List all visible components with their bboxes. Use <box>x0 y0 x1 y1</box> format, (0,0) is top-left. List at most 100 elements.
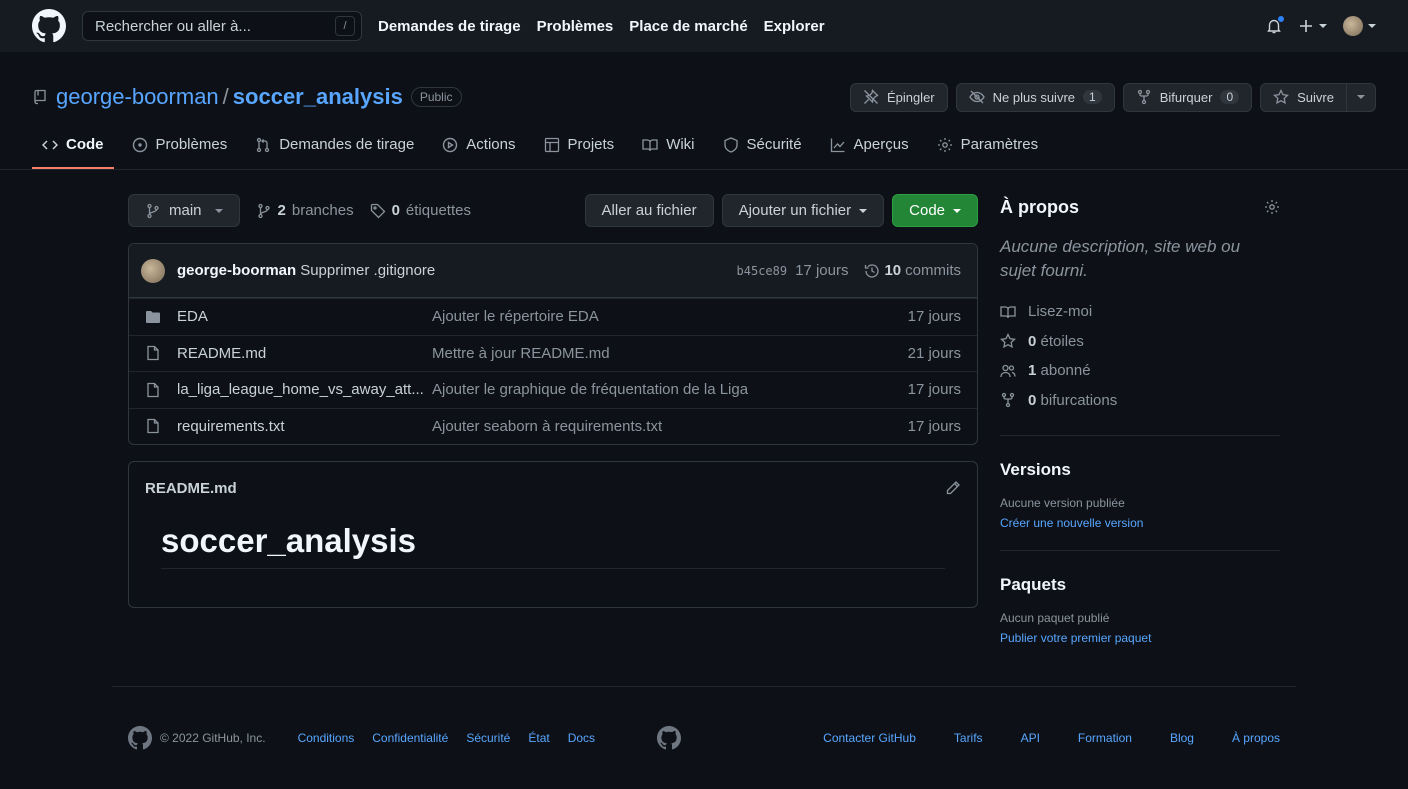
branch-select[interactable]: main <box>128 194 240 227</box>
avatar[interactable] <box>141 258 165 283</box>
publish-package-link[interactable]: Publier votre premier paquet <box>1000 631 1280 645</box>
commits-link[interactable]: 10 commits <box>864 262 961 279</box>
footer-link-security[interactable]: Sécurité <box>466 731 510 745</box>
github-logo-icon[interactable] <box>32 9 66 43</box>
table-icon <box>544 137 559 152</box>
branches-count: 2 <box>277 202 286 219</box>
commit-author[interactable]: george-boorman <box>177 262 296 279</box>
tags-label: étiquettes <box>405 202 471 219</box>
forks-link[interactable]: 0 bifurcations <box>1000 386 1280 416</box>
tab-insights[interactable]: Aperçus <box>820 122 919 169</box>
file-commit-message[interactable]: Mettre à jour README.md <box>432 345 908 362</box>
chevron-down-icon <box>214 208 223 213</box>
footer-inner: © 2022 GitHub, Inc. Conditions Confident… <box>112 687 1296 789</box>
star-button[interactable]: Suivre <box>1260 82 1347 112</box>
file-row[interactable]: README.md Mettre à jour README.md 21 jou… <box>129 334 977 372</box>
tab-security-label: Sécurité <box>746 136 802 153</box>
gear-icon[interactable] <box>1264 199 1280 215</box>
footer-link-contact[interactable]: Contacter GitHub <box>823 731 916 745</box>
tab-settings[interactable]: Paramètres <box>927 122 1049 169</box>
file-name[interactable]: la_liga_league_home_vs_away_att... <box>177 381 432 398</box>
tab-pull-requests-label: Demandes de tirage <box>279 136 415 153</box>
file-age: 21 jours <box>907 344 961 362</box>
plus-icon <box>1300 20 1312 32</box>
search-input[interactable]: Rechercher ou aller à... / <box>82 11 362 41</box>
file-name[interactable]: README.md <box>177 345 432 362</box>
releases-title[interactable]: Versions <box>1000 460 1280 480</box>
footer-link-pricing[interactable]: Tarifs <box>954 731 983 745</box>
nav-issues[interactable]: Problèmes <box>537 18 614 35</box>
footer-link-training[interactable]: Formation <box>1078 731 1132 745</box>
file-commit-message[interactable]: Ajouter le répertoire EDA <box>432 308 908 325</box>
footer-link-terms[interactable]: Conditions <box>298 731 355 745</box>
file-commit-message[interactable]: Ajouter le graphique de fréquentation de… <box>432 381 908 398</box>
pin-off-icon <box>863 89 879 104</box>
code-button[interactable]: Code <box>892 194 978 227</box>
tab-issues[interactable]: Problèmes <box>122 122 238 169</box>
readme-filename[interactable]: README.md <box>145 480 237 497</box>
nav-marketplace[interactable]: Place de marché <box>629 18 747 35</box>
add-file-label: Ajouter un fichier <box>738 202 852 219</box>
file-row[interactable]: requirements.txt Ajouter seaborn à requi… <box>129 407 977 445</box>
tab-wiki[interactable]: Wiki <box>632 122 704 169</box>
go-to-file-button[interactable]: Aller au fichier <box>584 194 714 227</box>
user-menu-button[interactable] <box>1343 16 1376 36</box>
create-new-button[interactable] <box>1298 18 1327 34</box>
commit-message[interactable]: Supprimer .gitignore <box>300 262 435 279</box>
file-row[interactable]: EDA Ajouter le répertoire EDA 17 jours <box>129 298 977 335</box>
tab-actions[interactable]: Actions <box>432 122 525 169</box>
sidebar: À propos Aucune description, site web ou… <box>1000 194 1280 645</box>
stars-label: étoiles <box>1040 332 1084 350</box>
branches-link[interactable]: 2 branches <box>256 202 354 219</box>
nav-pull-requests[interactable]: Demandes de tirage <box>378 18 521 35</box>
file-navigation: main 2 branches 0 étiquettes Aller au fi… <box>128 194 978 227</box>
file-name[interactable]: requirements.txt <box>177 418 432 435</box>
nav-explore[interactable]: Explorer <box>764 18 825 35</box>
github-logo-icon[interactable] <box>128 726 152 750</box>
unwatch-button[interactable]: Ne plus suivre 1 <box>955 82 1115 112</box>
chevron-down-icon <box>1357 95 1365 99</box>
readme-link[interactable]: Lisez-moi <box>1000 297 1280 327</box>
add-file-button[interactable]: Ajouter un fichier <box>721 194 885 227</box>
footer-link-docs[interactable]: Docs <box>568 731 595 745</box>
tab-pull-requests[interactable]: Demandes de tirage <box>245 122 424 169</box>
file-commit-message[interactable]: Ajouter seaborn à requirements.txt <box>432 418 908 435</box>
packages-title[interactable]: Paquets <box>1000 575 1280 595</box>
tab-security[interactable]: Sécurité <box>713 122 812 169</box>
footer-link-blog[interactable]: Blog <box>1170 731 1194 745</box>
watchers-count: 1 <box>1028 362 1037 380</box>
footer-copyright: © 2022 GitHub, Inc. <box>128 726 266 750</box>
star-list-dropdown[interactable] <box>1347 82 1376 112</box>
create-release-link[interactable]: Créer une nouvelle version <box>1000 516 1280 530</box>
readme-title: soccer_analysis <box>161 522 945 569</box>
footer: © 2022 GitHub, Inc. Conditions Confident… <box>112 686 1296 789</box>
header-right <box>1266 15 1376 36</box>
footer-link-status[interactable]: État <box>528 731 549 745</box>
about-header: À propos <box>1000 195 1280 219</box>
tags-link[interactable]: 0 étiquettes <box>370 202 471 219</box>
tab-issues-label: Problèmes <box>155 136 228 153</box>
github-logo-icon[interactable] <box>657 726 682 750</box>
tab-code[interactable]: Code <box>32 122 114 169</box>
pin-button[interactable]: Épingler <box>849 82 948 112</box>
repo-owner-link[interactable]: george-boorman <box>56 84 219 110</box>
watchers-link[interactable]: 1 abonné <box>1000 356 1280 386</box>
file-row[interactable]: la_liga_league_home_vs_away_att... Ajout… <box>129 371 977 408</box>
notifications-button[interactable] <box>1266 15 1285 34</box>
watch-label: Ne plus suivre <box>992 89 1076 105</box>
branch-name: main <box>169 202 202 219</box>
latest-commit: george-boorman Supprimer .gitignore b45c… <box>129 244 977 298</box>
file-name[interactable]: EDA <box>177 308 432 325</box>
pencil-icon[interactable] <box>945 480 961 496</box>
graph-icon <box>830 138 845 152</box>
commit-sha[interactable]: b45ce89 <box>737 264 788 278</box>
repo-name-link[interactable]: soccer_analysis <box>233 84 403 110</box>
stars-link[interactable]: 0 étoiles <box>1000 327 1280 357</box>
fork-button[interactable]: Bifurquer 0 <box>1122 82 1253 112</box>
commits-count: 10 <box>884 262 902 279</box>
global-nav: Demandes de tirage Problèmes Place de ma… <box>378 18 825 35</box>
tab-projects[interactable]: Projets <box>534 122 625 169</box>
footer-link-api[interactable]: API <box>1021 731 1040 745</box>
footer-link-about[interactable]: À propos <box>1232 731 1280 745</box>
footer-link-privacy[interactable]: Confidentialité <box>372 731 448 745</box>
